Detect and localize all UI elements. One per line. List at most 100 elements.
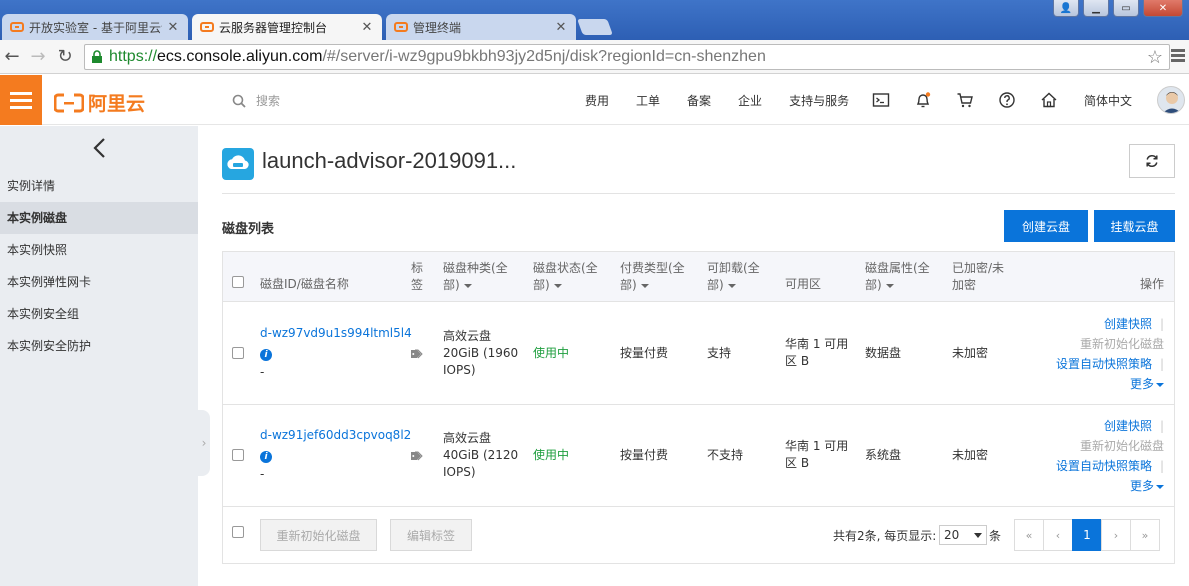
col-zone: 可用区 (785, 277, 822, 291)
disk-name: - (260, 365, 265, 379)
sidebar-item-snapshots[interactable]: 本实例快照 (0, 234, 198, 266)
last-page-button[interactable]: » (1130, 519, 1160, 551)
disk-id-link[interactable]: d-wz91jef60dd3cpvoq8l2 (260, 427, 411, 444)
create-snapshot-link[interactable]: 创建快照 (1104, 419, 1152, 433)
close-tab-icon[interactable]: ✕ (554, 20, 568, 35)
address-bar[interactable]: https://ecs.console.aliyun.com/#/server/… (84, 44, 1170, 70)
nav-tickets[interactable]: 工单 (636, 92, 660, 109)
language-switcher[interactable]: 简体中文 (1084, 92, 1132, 109)
create-disk-button[interactable]: 创建云盘 (1004, 210, 1088, 242)
instance-sidebar: 实例详情 本实例磁盘 本实例快照 本实例弹性网卡 本实例安全组 本实例安全防护 (0, 126, 198, 586)
new-tab-button[interactable] (577, 19, 613, 35)
table-header: 磁盘ID/磁盘名称 标签 磁盘种类(全 部) 磁盘状态(全 部) 付费类型(全 部) … (223, 252, 1174, 302)
help-icon[interactable] (998, 91, 1016, 109)
maximize-icon[interactable]: ▭ (1113, 0, 1139, 17)
tag-icon[interactable] (411, 451, 425, 461)
batch-reinit-button[interactable]: 重新初始化磁盘 (260, 519, 377, 551)
disk-table: 磁盘ID/磁盘名称 标签 磁盘种类(全 部) 磁盘状态(全 部) 付费类型(全 部) … (222, 251, 1175, 564)
zone-line1: 华南 1 可用 (785, 337, 849, 351)
sidebar-item-disks[interactable]: 本实例磁盘 (0, 202, 198, 234)
browser-tab-console[interactable]: 云服务器管理控制台 ✕ (192, 14, 382, 40)
disk-id-link[interactable]: d-wz97vd9u1s994ltml5l4 (260, 325, 412, 342)
create-snapshot-link[interactable]: 创建快照 (1104, 317, 1152, 331)
browser-tab-title: 管理终端 (413, 20, 462, 35)
auto-snapshot-policy-link[interactable]: 设置自动快照策略 (1056, 459, 1152, 473)
col-attr-line1: 磁盘属性(全 (865, 261, 930, 275)
browser-tab-lab[interactable]: 开放实验室 - 基于阿里云创 ✕ (2, 14, 188, 40)
detachable: 支持 (707, 346, 732, 360)
bookmark-star-icon[interactable]: ☆ (1147, 47, 1163, 68)
sidebar-collapse-handle[interactable]: › (198, 410, 210, 476)
more-dropdown[interactable]: 更多 (1130, 377, 1154, 391)
user-avatar[interactable] (1157, 86, 1185, 114)
col-enc-line1: 已加密/未 (952, 261, 1005, 275)
footer-select-all-checkbox[interactable] (232, 526, 244, 538)
col-detach-line2: 部) (707, 278, 724, 292)
browser-tab-title: 云服务器管理控制台 (219, 20, 328, 35)
zone: 华南 1 可用区 B (785, 336, 848, 370)
back-chevron-icon[interactable] (0, 126, 198, 170)
sidebar-item-security-groups[interactable]: 本实例安全组 (0, 298, 198, 330)
row-ops: 创建快照 | 重新初始化磁盘 设置自动快照策略 | 更多 (1055, 317, 1164, 391)
col-billing-filter[interactable]: 付费类型(全 部) (620, 260, 685, 294)
nav-icp[interactable]: 备案 (687, 92, 711, 109)
auto-snapshot-policy-link[interactable]: 设置自动快照策略 (1056, 357, 1152, 371)
info-icon[interactable]: i (260, 345, 272, 362)
prev-page-button[interactable]: ‹ (1043, 519, 1073, 551)
avatar-icon (1162, 92, 1182, 113)
disk-attribute: 数据盘 (865, 346, 902, 360)
close-window-icon[interactable]: ✕ (1143, 0, 1183, 17)
reinit-disk-link[interactable]: 重新初始化磁盘 (1080, 337, 1164, 351)
sidebar-item-security-protection[interactable]: 本实例安全防护 (0, 330, 198, 362)
total-count-text: 共有2条, 每页显示: (833, 529, 937, 543)
select-all-checkbox[interactable] (232, 276, 244, 288)
edit-tags-button[interactable]: 编辑标签 (390, 519, 472, 551)
nav-enterprise[interactable]: 企业 (738, 92, 762, 109)
col-attr-line2: 部) (865, 278, 882, 292)
minimize-icon[interactable]: ▁ (1083, 0, 1109, 17)
global-search[interactable]: 搜索 (232, 92, 280, 109)
reinit-disk-link[interactable]: 重新初始化磁盘 (1080, 439, 1164, 453)
page-size-select[interactable]: 20 (939, 525, 987, 545)
next-page-button[interactable]: › (1101, 519, 1131, 551)
back-arrow-icon[interactable]: ← (2, 46, 22, 68)
attach-disk-button[interactable]: 挂载云盘 (1094, 210, 1175, 242)
browser-tab-title: 开放实验室 - 基于阿里云创 (29, 20, 162, 35)
window-controls: 👤 ▁ ▭ ✕ (1053, 0, 1183, 17)
aliyun-logo[interactable]: 阿里云 (54, 89, 145, 116)
info-icon[interactable]: i (260, 447, 272, 464)
search-placeholder: 搜索 (256, 94, 281, 108)
col-disk-status-filter[interactable]: 磁盘状态(全 部) (533, 260, 598, 294)
nav-support[interactable]: 支持与服务 (789, 92, 849, 109)
page-1-button[interactable]: 1 (1072, 519, 1102, 551)
col-disk-type-filter[interactable]: 磁盘种类(全 部) (443, 260, 508, 294)
cart-icon[interactable] (956, 91, 974, 109)
profile-icon[interactable]: 👤 (1053, 0, 1079, 17)
first-page-button[interactable]: « (1014, 519, 1044, 551)
disk-type: 高效云盘 20GiB (1960 IOPS) (443, 328, 518, 379)
browser-tab-terminal[interactable]: 管理终端 ✕ (386, 14, 576, 40)
sidebar-item-eni[interactable]: 本实例弹性网卡 (0, 266, 198, 298)
bell-icon[interactable] (914, 91, 932, 109)
terminal-icon[interactable] (872, 91, 890, 109)
hamburger-menu-icon[interactable] (0, 75, 42, 125)
row-checkbox[interactable] (232, 449, 244, 461)
close-tab-icon[interactable]: ✕ (166, 20, 180, 35)
refresh-button[interactable] (1129, 144, 1175, 178)
home-icon[interactable] (1040, 91, 1058, 109)
row-checkbox[interactable] (232, 347, 244, 359)
browser-menu-icon[interactable] (1171, 49, 1185, 64)
tag-icon[interactable] (411, 349, 425, 359)
forward-arrow-icon[interactable]: → (28, 46, 48, 68)
nav-billing[interactable]: 费用 (585, 92, 609, 109)
refresh-icon (1146, 155, 1158, 167)
url-host: ecs.console.aliyun.com (157, 48, 323, 65)
close-tab-icon[interactable]: ✕ (360, 20, 374, 35)
col-detachable-filter[interactable]: 可卸载(全 部) (707, 260, 760, 294)
more-dropdown[interactable]: 更多 (1130, 479, 1154, 493)
sidebar-item-instance-details[interactable]: 实例详情 (0, 170, 198, 202)
reload-icon[interactable]: ↻ (55, 46, 75, 68)
table-footer: 重新初始化磁盘 编辑标签 共有2条, 每页显示: 20 条 « ‹ 1 › » (223, 506, 1174, 563)
col-disk-attr-filter[interactable]: 磁盘属性(全 部) (865, 260, 930, 294)
header-icons (872, 91, 1082, 109)
